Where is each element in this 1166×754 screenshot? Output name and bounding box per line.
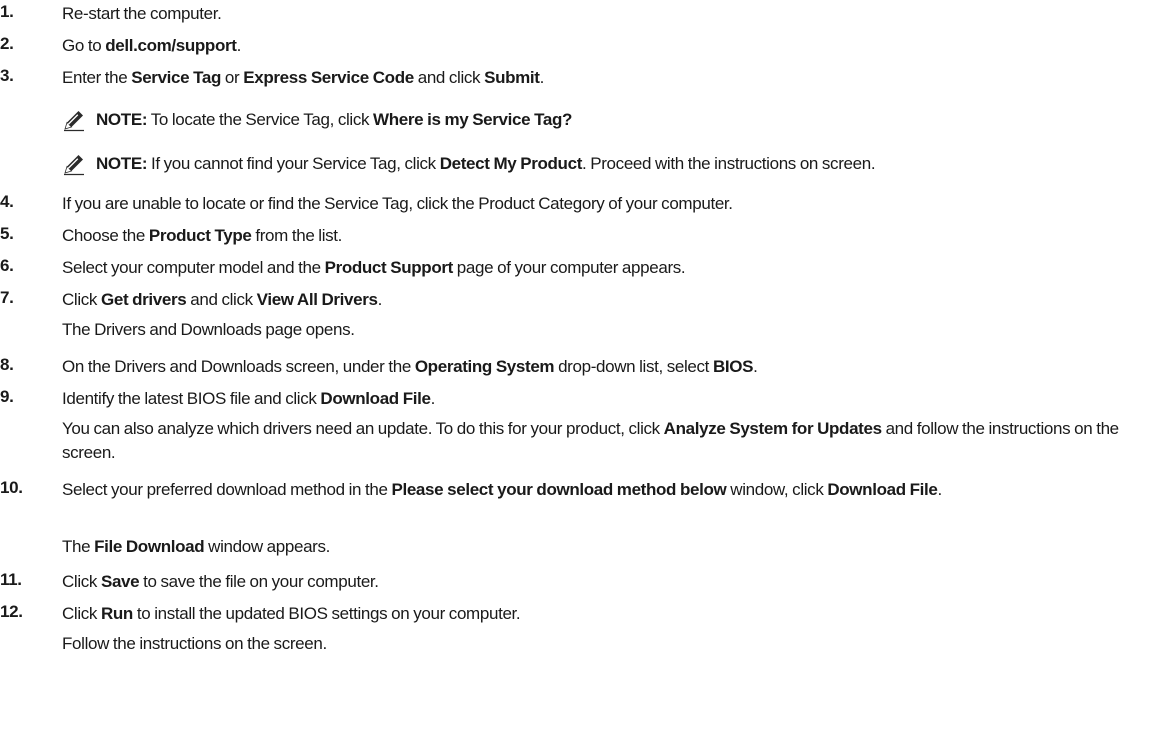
text-run: . Proceed with the instructions on scree… — [582, 154, 876, 173]
bold-term: Product Type — [148, 226, 252, 245]
step-number: 8. — [0, 355, 14, 374]
step-text: Re-start the computer. — [62, 2, 1162, 26]
note-detect-product: NOTE: If you cannot find your Service Ta… — [62, 151, 1166, 177]
bold-term: Operating System — [414, 357, 555, 376]
step-number: 4. — [0, 192, 14, 211]
bold-term: Run — [100, 604, 133, 623]
text-run: from the list. — [251, 226, 343, 245]
text-run: to install the updated BIOS settings on … — [132, 604, 521, 623]
text-run: If you are unable to locate or find the … — [62, 194, 733, 213]
text-run: to save the file on your computer. — [139, 572, 379, 591]
bold-term: Analyze System for Updates — [663, 419, 882, 438]
step-number: 12. — [0, 602, 23, 621]
bold-term: BIOS — [712, 357, 754, 376]
text-run: and click — [186, 290, 257, 309]
step-number: 5. — [0, 224, 14, 243]
step-number: 11. — [0, 570, 22, 589]
bold-term: NOTE: — [96, 110, 148, 129]
note-text: NOTE: If you cannot find your Service Ta… — [96, 151, 876, 177]
bold-term: Submit — [484, 68, 540, 87]
bold-term: Product Support — [324, 258, 454, 277]
step-text: Select your preferred download method in… — [62, 478, 1162, 502]
step-10-subtext: The File Download window appears. — [62, 535, 1162, 559]
step-text: Click Run to install the updated BIOS se… — [62, 602, 1162, 626]
bold-term: Service Tag — [131, 68, 222, 87]
text-run: Select your preferred download method in… — [62, 480, 392, 499]
text-run: To locate the Service Tag, click — [147, 110, 374, 129]
step-number: 2. — [0, 34, 14, 53]
text-run: Enter the — [62, 68, 132, 87]
text-run: window appears. — [204, 537, 331, 556]
bold-term: NOTE: — [96, 154, 148, 173]
text-run: Re-start the computer. — [62, 4, 222, 23]
step-number: 6. — [0, 256, 14, 275]
text-run: . — [937, 480, 943, 499]
bold-term: dell.com/support — [105, 36, 237, 55]
text-run: Click — [62, 290, 101, 309]
text-run: Choose the — [62, 226, 149, 245]
step-text: Select your computer model and the Produ… — [62, 256, 1162, 280]
text-run: page of your computer appears. — [452, 258, 686, 277]
text-run: On the Drivers and Downloads screen, und… — [62, 357, 415, 376]
text-run: You can also analyze which drivers need … — [62, 419, 664, 438]
bold-term: Get drivers — [100, 290, 187, 309]
pencil-note-icon — [62, 152, 86, 176]
text-run: Go to — [62, 36, 106, 55]
text-run: drop-down list, select — [554, 357, 713, 376]
text-run: Click — [62, 572, 101, 591]
step-text: If you are unable to locate or find the … — [62, 192, 1162, 216]
step-number: 7. — [0, 288, 14, 307]
bold-term: Where is my Service Tag? — [373, 110, 573, 129]
bold-term: Express Service Code — [243, 68, 414, 87]
bold-term: File Download — [94, 537, 205, 556]
step-number: 3. — [0, 66, 14, 85]
step-12-subtext: Follow the instructions on the screen. — [62, 632, 1162, 656]
bold-term: Download File — [827, 480, 938, 499]
text-run: . — [236, 36, 242, 55]
step-text: Identify the latest BIOS file and click … — [62, 387, 1162, 411]
step-number: 9. — [0, 387, 14, 406]
text-run: If you cannot find your Service Tag, cli… — [147, 154, 440, 173]
note-text: NOTE: To locate the Service Tag, click W… — [96, 107, 572, 133]
step-9-subtext: You can also analyze which drivers need … — [62, 417, 1162, 465]
text-run: or — [221, 68, 244, 87]
text-run: . — [430, 389, 436, 408]
step-number: 10. — [0, 478, 23, 497]
text-run: window, click — [726, 480, 828, 499]
text-run: Click — [62, 604, 101, 623]
step-text: Click Save to save the file on your comp… — [62, 570, 1162, 594]
pencil-note-icon — [62, 108, 86, 132]
bold-term: Download File — [320, 389, 431, 408]
text-run: . — [539, 68, 545, 87]
step-text: On the Drivers and Downloads screen, und… — [62, 355, 1162, 379]
step-text: Enter the Service Tag or Express Service… — [62, 66, 1162, 90]
bold-term: Please select your download method below — [391, 480, 727, 499]
bold-term: View All Drivers — [256, 290, 378, 309]
note-locate-service-tag: NOTE: To locate the Service Tag, click W… — [62, 107, 1166, 133]
text-run: Select your computer model and the — [62, 258, 325, 277]
step-number: 1. — [0, 2, 14, 21]
text-run: The Drivers and Downloads page opens. — [62, 320, 355, 339]
text-run: . — [753, 357, 758, 376]
bios-update-instructions: 1. Re-start the computer. 2. Go to dell.… — [0, 0, 1166, 754]
bold-term: Save — [100, 572, 140, 591]
text-run: . — [377, 290, 383, 309]
text-run: The — [62, 537, 95, 556]
text-run: Follow the instructions on the screen. — [62, 634, 327, 653]
step-text: Choose the Product Type from the list. — [62, 224, 1162, 248]
step-text: Click Get drivers and click View All Dri… — [62, 288, 1162, 312]
text-run: Identify the latest BIOS file and click — [62, 389, 321, 408]
step-text: Go to dell.com/support. — [62, 34, 1162, 58]
step-7-subtext: The Drivers and Downloads page opens. — [62, 318, 1162, 342]
text-run: and click — [413, 68, 485, 87]
bold-term: Detect My Product — [439, 154, 583, 173]
